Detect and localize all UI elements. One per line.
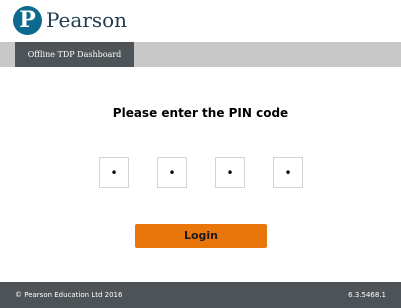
brand-name: Pearson: [46, 8, 128, 32]
pin-digit-3-input[interactable]: [215, 157, 245, 188]
footer: © Pearson Education Ltd 2016 6.3.5468.1: [0, 282, 401, 308]
pin-digit-1-input[interactable]: [99, 157, 129, 188]
header: P Pearson: [0, 0, 401, 42]
tab-offline-tdp-dashboard[interactable]: Offline TDP Dashboard: [15, 42, 134, 67]
pin-prompt: Please enter the PIN code: [112, 106, 289, 120]
pearson-logo-icon: P: [13, 6, 42, 35]
nav-bar: Offline TDP Dashboard: [0, 42, 401, 67]
pin-digit-2-input[interactable]: [157, 157, 187, 188]
login-button[interactable]: Login: [135, 224, 267, 248]
version-text: 6.3.5468.1: [348, 291, 386, 299]
copyright-text: © Pearson Education Ltd 2016: [15, 291, 123, 299]
pin-digit-4-input[interactable]: [273, 157, 303, 188]
login-page: P Pearson Offline TDP Dashboard Please e…: [0, 0, 401, 308]
